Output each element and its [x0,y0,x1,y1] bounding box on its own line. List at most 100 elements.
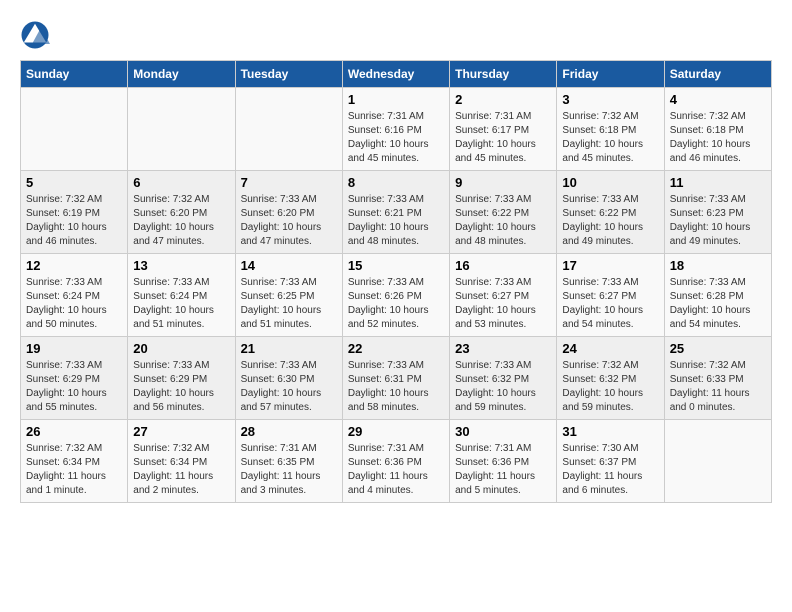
day-info: Sunrise: 7:32 AM Sunset: 6:34 PM Dayligh… [26,442,122,498]
day-info: Sunrise: 7:33 AM Sunset: 6:22 PM Dayligh… [455,193,551,249]
calendar-day-cell: 7 Sunrise: 7:33 AM Sunset: 6:20 PM Daylig… [235,171,342,254]
day-number: 14 [241,258,337,273]
day-info: Sunrise: 7:33 AM Sunset: 6:28 PM Dayligh… [670,276,766,332]
calendar-day-cell: 15 Sunrise: 7:33 AM Sunset: 6:26 PM Dayli… [342,254,449,337]
day-number: 20 [133,341,229,356]
logo-icon [20,20,50,50]
day-number: 18 [670,258,766,273]
day-info: Sunrise: 7:30 AM Sunset: 6:37 PM Dayligh… [562,442,658,498]
day-info: Sunrise: 7:33 AM Sunset: 6:30 PM Dayligh… [241,359,337,415]
day-info: Sunrise: 7:33 AM Sunset: 6:21 PM Dayligh… [348,193,444,249]
day-info: Sunrise: 7:31 AM Sunset: 6:16 PM Dayligh… [348,110,444,166]
day-number: 24 [562,341,658,356]
day-number: 6 [133,175,229,190]
day-info: Sunrise: 7:31 AM Sunset: 6:36 PM Dayligh… [455,442,551,498]
day-number: 9 [455,175,551,190]
calendar-day-cell [235,88,342,171]
day-number: 31 [562,424,658,439]
calendar-day-cell: 17 Sunrise: 7:33 AM Sunset: 6:27 PM Dayli… [557,254,664,337]
day-info: Sunrise: 7:33 AM Sunset: 6:24 PM Dayligh… [26,276,122,332]
day-header-monday: Monday [128,61,235,88]
calendar-day-cell: 27 Sunrise: 7:32 AM Sunset: 6:34 PM Dayli… [128,420,235,503]
day-info: Sunrise: 7:33 AM Sunset: 6:31 PM Dayligh… [348,359,444,415]
calendar-day-cell: 6 Sunrise: 7:32 AM Sunset: 6:20 PM Daylig… [128,171,235,254]
day-number: 12 [26,258,122,273]
calendar-week-row: 26 Sunrise: 7:32 AM Sunset: 6:34 PM Dayli… [21,420,772,503]
day-number: 28 [241,424,337,439]
day-header-tuesday: Tuesday [235,61,342,88]
day-number: 15 [348,258,444,273]
day-info: Sunrise: 7:33 AM Sunset: 6:27 PM Dayligh… [562,276,658,332]
calendar-day-cell: 22 Sunrise: 7:33 AM Sunset: 6:31 PM Dayli… [342,337,449,420]
calendar-day-cell: 10 Sunrise: 7:33 AM Sunset: 6:22 PM Dayli… [557,171,664,254]
day-number: 23 [455,341,551,356]
day-header-friday: Friday [557,61,664,88]
calendar-day-cell: 26 Sunrise: 7:32 AM Sunset: 6:34 PM Dayli… [21,420,128,503]
calendar-day-cell: 8 Sunrise: 7:33 AM Sunset: 6:21 PM Daylig… [342,171,449,254]
calendar-day-cell [664,420,771,503]
day-number: 29 [348,424,444,439]
day-number: 27 [133,424,229,439]
day-header-sunday: Sunday [21,61,128,88]
calendar-day-cell: 4 Sunrise: 7:32 AM Sunset: 6:18 PM Daylig… [664,88,771,171]
day-number: 25 [670,341,766,356]
day-number: 13 [133,258,229,273]
calendar-day-cell [21,88,128,171]
calendar-week-row: 19Sunrise: 7:33 AM Sunset: 6:29 PM Dayli… [21,337,772,420]
day-number: 26 [26,424,122,439]
calendar-day-cell: 16Sunrise: 7:33 AM Sunset: 6:27 PM Dayli… [450,254,557,337]
day-info: Sunrise: 7:32 AM Sunset: 6:18 PM Dayligh… [670,110,766,166]
day-info: Sunrise: 7:33 AM Sunset: 6:22 PM Dayligh… [562,193,658,249]
day-number: 8 [348,175,444,190]
calendar-day-cell: 29Sunrise: 7:31 AM Sunset: 6:36 PM Dayli… [342,420,449,503]
day-number: 5 [26,175,122,190]
calendar-week-row: 5 Sunrise: 7:32 AM Sunset: 6:19 PM Daylig… [21,171,772,254]
calendar-day-cell [128,88,235,171]
day-info: Sunrise: 7:33 AM Sunset: 6:25 PM Dayligh… [241,276,337,332]
calendar-day-cell: 31 Sunrise: 7:30 AM Sunset: 6:37 PM Dayli… [557,420,664,503]
day-number: 1 [348,92,444,107]
day-info: Sunrise: 7:33 AM Sunset: 6:29 PM Dayligh… [26,359,122,415]
day-info: Sunrise: 7:32 AM Sunset: 6:34 PM Dayligh… [133,442,229,498]
calendar-day-cell: 3Sunrise: 7:32 AM Sunset: 6:18 PM Daylig… [557,88,664,171]
day-info: Sunrise: 7:33 AM Sunset: 6:26 PM Dayligh… [348,276,444,332]
day-info: Sunrise: 7:33 AM Sunset: 6:20 PM Dayligh… [241,193,337,249]
day-info: Sunrise: 7:32 AM Sunset: 6:32 PM Dayligh… [562,359,658,415]
day-number: 22 [348,341,444,356]
day-info: Sunrise: 7:33 AM Sunset: 6:32 PM Dayligh… [455,359,551,415]
day-info: Sunrise: 7:31 AM Sunset: 6:17 PM Dayligh… [455,110,551,166]
calendar-day-cell: 25 Sunrise: 7:32 AM Sunset: 6:33 PM Dayli… [664,337,771,420]
day-number: 17 [562,258,658,273]
day-info: Sunrise: 7:32 AM Sunset: 6:20 PM Dayligh… [133,193,229,249]
calendar-day-cell: 18 Sunrise: 7:33 AM Sunset: 6:28 PM Dayli… [664,254,771,337]
calendar-day-cell: 30 Sunrise: 7:31 AM Sunset: 6:36 PM Dayli… [450,420,557,503]
day-info: Sunrise: 7:31 AM Sunset: 6:35 PM Dayligh… [241,442,337,498]
day-number: 10 [562,175,658,190]
calendar-day-cell: 20Sunrise: 7:33 AM Sunset: 6:29 PM Dayli… [128,337,235,420]
calendar-day-cell: 13Sunrise: 7:33 AM Sunset: 6:24 PM Dayli… [128,254,235,337]
calendar-day-cell: 19Sunrise: 7:33 AM Sunset: 6:29 PM Dayli… [21,337,128,420]
day-info: Sunrise: 7:32 AM Sunset: 6:33 PM Dayligh… [670,359,766,415]
day-info: Sunrise: 7:33 AM Sunset: 6:23 PM Dayligh… [670,193,766,249]
day-header-wednesday: Wednesday [342,61,449,88]
calendar-day-cell: 11 Sunrise: 7:33 AM Sunset: 6:23 PM Dayli… [664,171,771,254]
day-number: 7 [241,175,337,190]
calendar-header-row: SundayMondayTuesdayWednesdayThursdayFrid… [21,61,772,88]
page-header [20,20,772,50]
day-number: 4 [670,92,766,107]
calendar-day-cell: 14 Sunrise: 7:33 AM Sunset: 6:25 PM Dayli… [235,254,342,337]
calendar-table: SundayMondayTuesdayWednesdayThursdayFrid… [20,60,772,503]
calendar-day-cell: 21Sunrise: 7:33 AM Sunset: 6:30 PM Dayli… [235,337,342,420]
day-number: 30 [455,424,551,439]
day-header-thursday: Thursday [450,61,557,88]
calendar-week-row: 12 Sunrise: 7:33 AM Sunset: 6:24 PM Dayli… [21,254,772,337]
day-number: 2 [455,92,551,107]
calendar-day-cell: 2 Sunrise: 7:31 AM Sunset: 6:17 PM Daylig… [450,88,557,171]
day-number: 11 [670,175,766,190]
calendar-day-cell: 23 Sunrise: 7:33 AM Sunset: 6:32 PM Dayli… [450,337,557,420]
calendar-day-cell: 1 Sunrise: 7:31 AM Sunset: 6:16 PM Daylig… [342,88,449,171]
day-info: Sunrise: 7:32 AM Sunset: 6:19 PM Dayligh… [26,193,122,249]
calendar-day-cell: 28 Sunrise: 7:31 AM Sunset: 6:35 PM Dayli… [235,420,342,503]
calendar-day-cell: 9 Sunrise: 7:33 AM Sunset: 6:22 PM Daylig… [450,171,557,254]
logo [20,20,54,50]
